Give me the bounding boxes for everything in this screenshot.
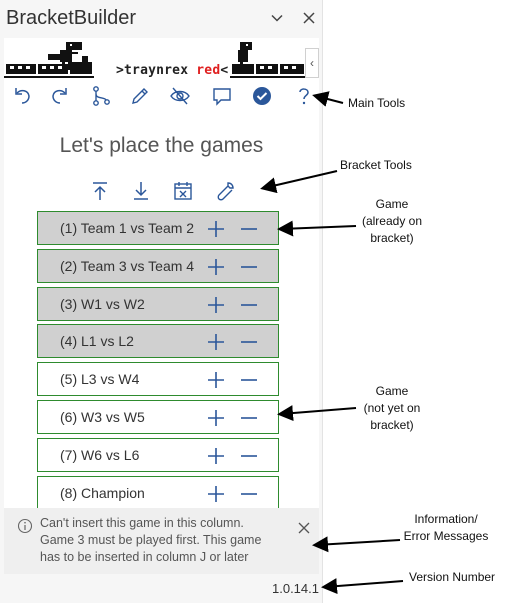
game-row[interactable]: (3) W1 vs W2 (37, 287, 279, 321)
comment-icon[interactable] (210, 84, 234, 108)
game-row[interactable]: (5) L3 vs W4 (37, 362, 279, 396)
minus-icon (241, 228, 257, 230)
info-icon (17, 518, 33, 534)
remove-game-button[interactable] (238, 483, 260, 505)
banner-brand-text: >traynrex red< (116, 63, 229, 78)
minus-icon (241, 266, 257, 268)
game-row[interactable]: (2) Team 3 vs Team 4 (37, 249, 279, 283)
game-row[interactable]: (6) W3 vs W5 (37, 400, 279, 434)
chevron-down-icon[interactable] (268, 9, 286, 27)
task-pane: BracketBuilder >traynrex red< ‹ Let's pl… (0, 0, 323, 603)
plus-icon (208, 259, 224, 275)
page-heading: Let's place the games (59, 134, 264, 157)
game-label: (5) L3 vs W4 (60, 371, 140, 387)
remove-game-button[interactable] (238, 445, 260, 467)
minus-icon (241, 304, 257, 306)
minus-icon (241, 341, 257, 343)
minus-icon (241, 493, 257, 495)
add-game-button[interactable] (205, 331, 227, 353)
add-game-button[interactable] (205, 218, 227, 240)
dismiss-message-icon[interactable] (297, 521, 311, 535)
redo-icon[interactable] (48, 84, 72, 108)
annotation-main-tools: Main Tools (348, 96, 406, 110)
hide-icon[interactable] (168, 84, 192, 108)
check-circle-icon[interactable] (250, 84, 274, 108)
annotation-game-placed: Game (already on bracket) (361, 197, 423, 245)
plus-icon (208, 486, 224, 502)
game-label: (6) W3 vs W5 (60, 409, 145, 425)
game-row[interactable]: (8) Champion (37, 476, 279, 510)
plus-icon (208, 372, 224, 388)
add-game-button[interactable] (205, 445, 227, 467)
info-message-bar: Can't insert this game in this column. G… (4, 508, 319, 574)
undo-icon[interactable] (10, 84, 34, 108)
brand-banner: >traynrex red< ‹ (4, 38, 319, 82)
game-label: (7) W6 vs L6 (60, 447, 140, 463)
game-row[interactable]: (7) W6 vs L6 (37, 438, 279, 472)
annotation-bracket-tools: Bracket Tools (340, 158, 412, 172)
pane-title: BracketBuilder (6, 7, 137, 29)
game-label: (1) Team 1 vs Team 2 (60, 220, 195, 236)
pencil-icon[interactable] (128, 84, 152, 108)
plus-icon (208, 221, 224, 237)
game-label: (3) W1 vs W2 (60, 296, 145, 312)
close-icon[interactable] (300, 9, 318, 27)
add-game-button[interactable] (205, 256, 227, 278)
remove-game-button[interactable] (238, 369, 260, 391)
collapse-banner-button[interactable]: ‹ (305, 48, 319, 78)
plus-icon (208, 297, 224, 313)
remove-game-button[interactable] (238, 218, 260, 240)
game-label: (8) Champion (60, 485, 145, 501)
wrench-icon[interactable] (213, 179, 237, 203)
game-label: (2) Team 3 vs Team 4 (60, 258, 195, 274)
move-to-bottom-icon[interactable] (129, 179, 153, 203)
minus-icon (241, 455, 257, 457)
remove-game-button[interactable] (238, 294, 260, 316)
train-dino-logo-left (4, 42, 94, 78)
add-game-button[interactable] (205, 483, 227, 505)
annotation-version-number: Version Number (409, 570, 496, 584)
remove-game-button[interactable] (238, 331, 260, 353)
remove-game-button[interactable] (238, 256, 260, 278)
minus-icon (241, 379, 257, 381)
plus-icon (208, 410, 224, 426)
version-number: 1.0.14.1 (272, 581, 319, 596)
add-game-button[interactable] (205, 369, 227, 391)
remove-game-button[interactable] (238, 407, 260, 429)
info-message-text: Can't insert this game in this column. G… (40, 516, 262, 564)
train-dino-logo-right (230, 42, 306, 78)
add-game-button[interactable] (205, 294, 227, 316)
add-game-button[interactable] (205, 407, 227, 429)
game-row[interactable]: (1) Team 1 vs Team 2 (37, 211, 279, 245)
annotation-game-not-placed: Game (not yet on bracket) (363, 384, 421, 432)
arrow-version-number (321, 578, 404, 595)
calendar-remove-icon[interactable] (171, 179, 195, 203)
annotation-info-messages: Information/ Error Messages (403, 512, 489, 543)
branch-icon[interactable] (89, 84, 113, 108)
move-to-top-icon[interactable] (88, 179, 112, 203)
plus-icon (208, 334, 224, 350)
pane-header: BracketBuilder (0, 0, 323, 38)
arrow-info-messages (312, 536, 401, 553)
game-label: (4) L1 vs L2 (60, 333, 134, 349)
plus-icon (208, 448, 224, 464)
game-row[interactable]: (4) L1 vs L2 (37, 324, 279, 358)
help-icon[interactable] (292, 84, 316, 108)
minus-icon (241, 417, 257, 419)
